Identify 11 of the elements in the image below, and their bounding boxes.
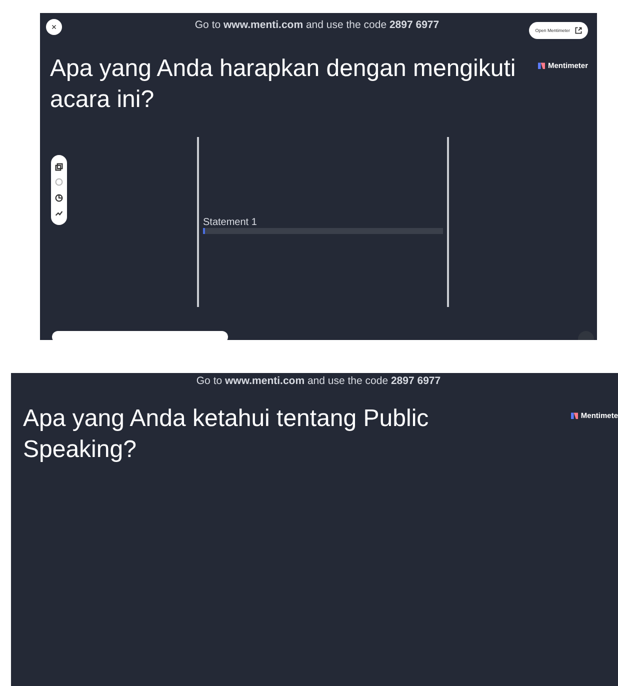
brand-logo-icon [538,62,545,69]
external-link-icon [575,27,582,34]
join-instruction: Go to www.menti.com and use the code 2897 6977 [194,18,440,31]
close-button[interactable]: × [46,19,62,35]
pie-icon[interactable] [55,194,63,202]
question-title: Apa yang Anda ketahui tentang Public Speaking? [23,404,430,465]
join-instruction: Go to www.menti.com and use the code 2897 6977 [195,374,442,387]
brand-logo-icon [570,412,578,419]
statement-label: Statement 1 [203,218,258,228]
trend-icon[interactable] [55,209,63,218]
question-title: Apa yang Anda harapkan dengan mengikuti acara ini? [50,54,517,115]
